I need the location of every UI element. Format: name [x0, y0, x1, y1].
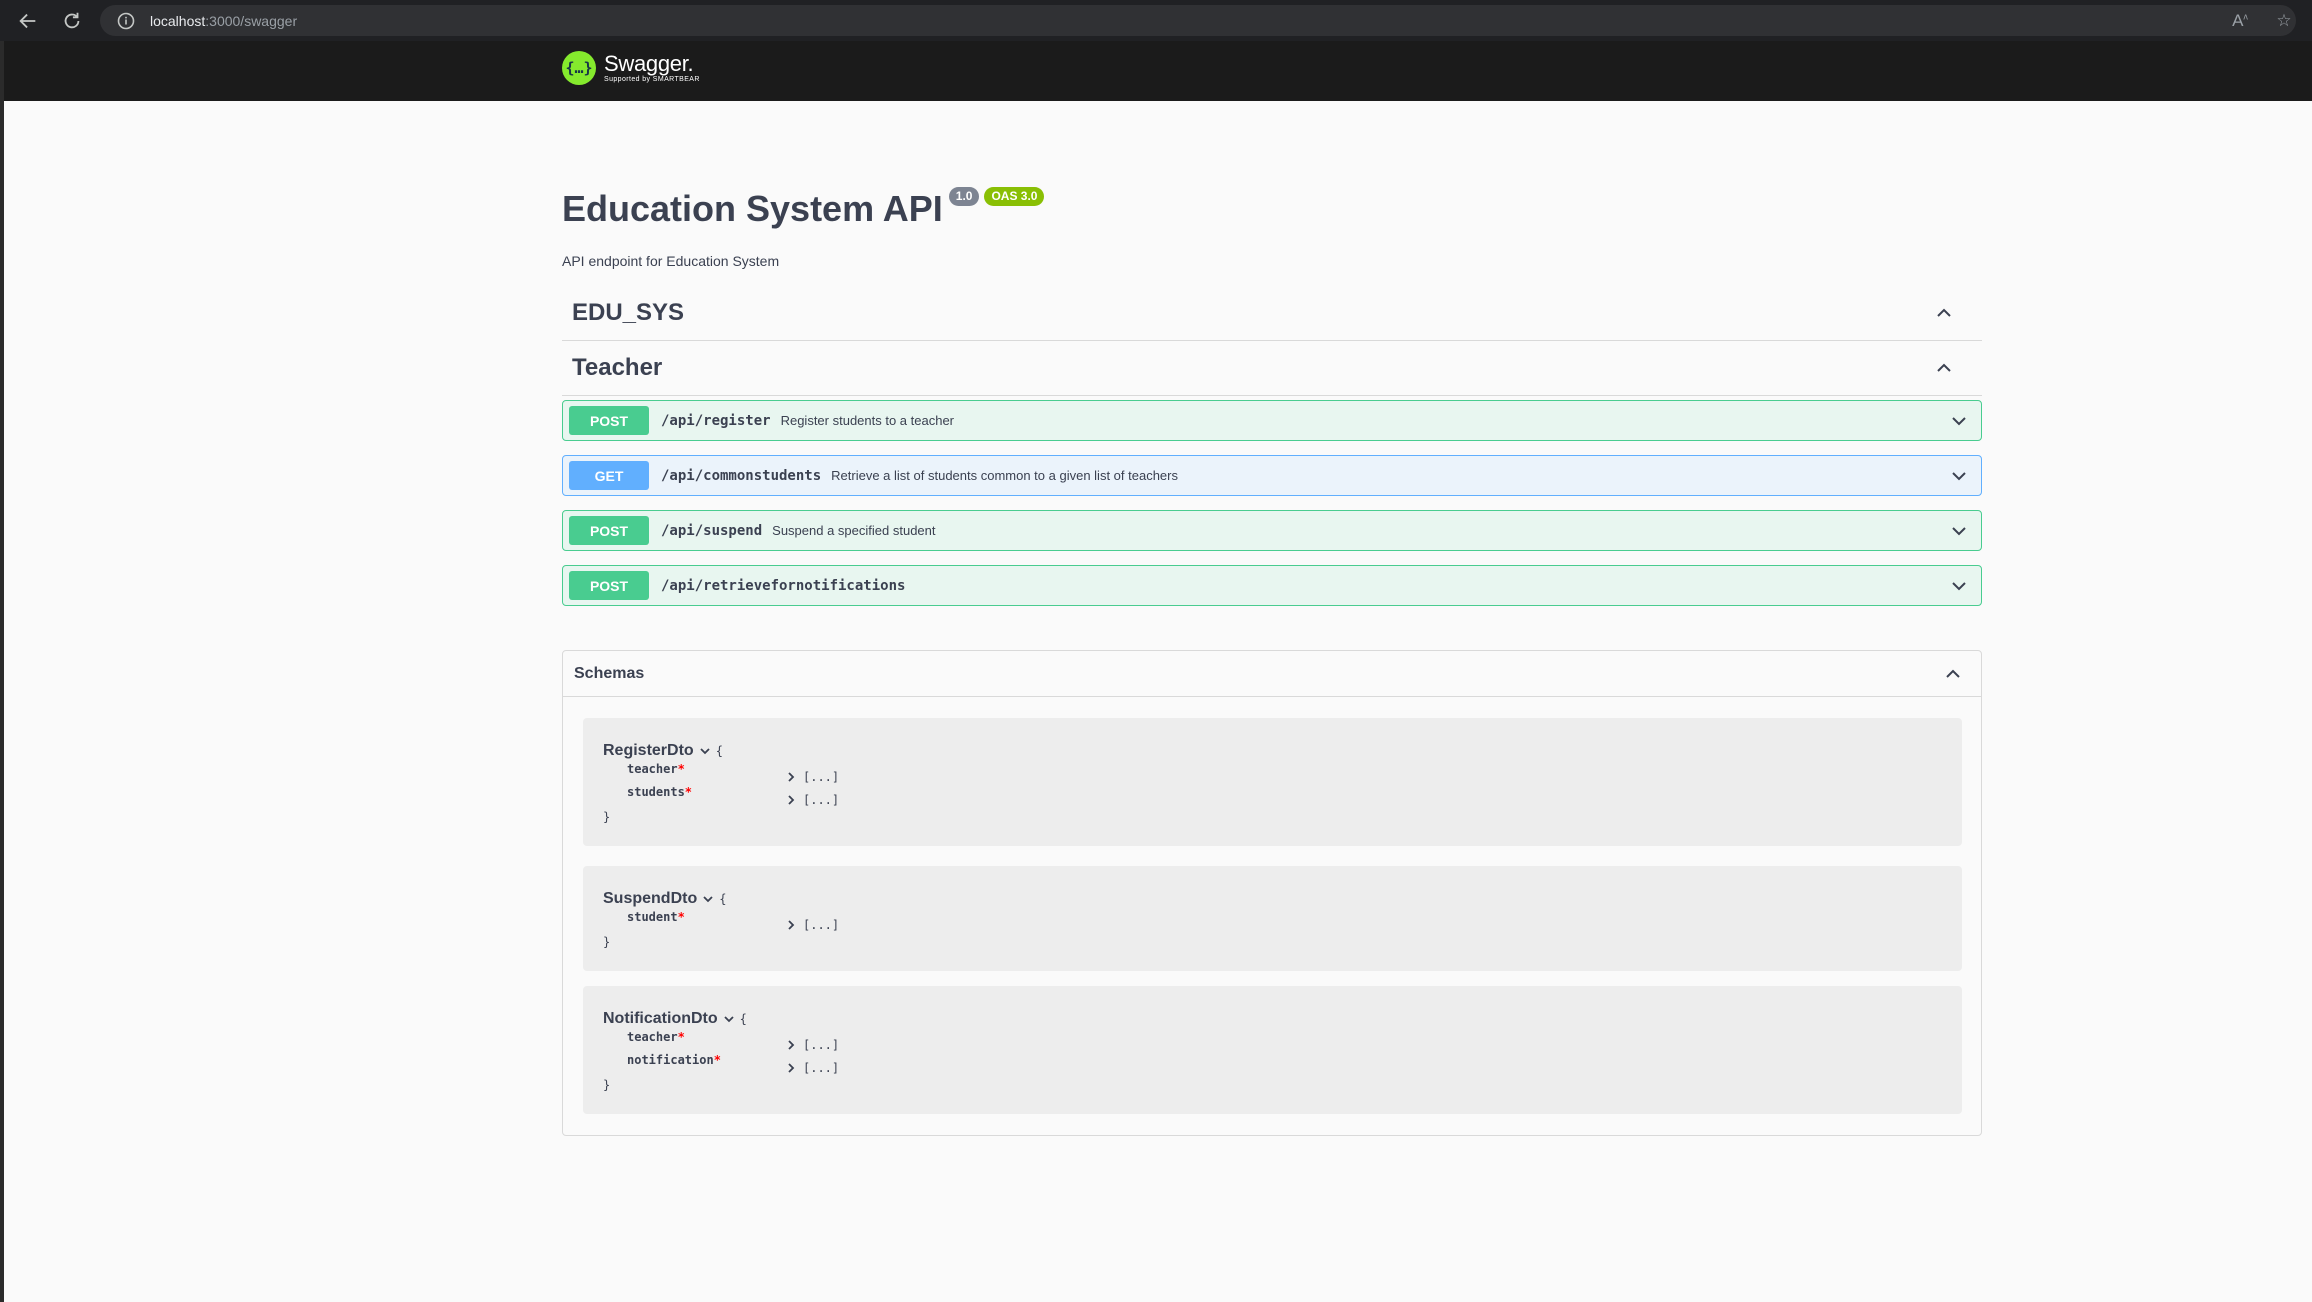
- open-brace: {: [739, 1012, 747, 1026]
- chevron-up-icon: [1946, 669, 1960, 678]
- api-title: Education System API: [562, 188, 943, 229]
- tag-edu-sys[interactable]: EDU_SYS: [562, 286, 1982, 341]
- tag-name: EDU_SYS: [572, 299, 685, 326]
- chevron-down-icon[interactable]: [701, 892, 715, 906]
- oas-badge: OAS 3.0: [984, 187, 1045, 206]
- model-name[interactable]: NotificationDto: [603, 1010, 718, 1028]
- close-brace: }: [603, 935, 611, 949]
- swagger-page: {…} Swagger. Supported by SMARTBEAR Educ…: [4, 41, 2312, 1302]
- chevron-down-icon[interactable]: [722, 1012, 736, 1026]
- logo-subtitle: Supported by SMARTBEAR: [604, 76, 700, 83]
- reload-button[interactable]: [50, 0, 94, 41]
- chevron-right-icon: [788, 795, 795, 805]
- back-button[interactable]: [6, 0, 50, 41]
- operation-path: /api/suspend: [661, 522, 763, 539]
- version-badge: 1.0: [948, 187, 980, 206]
- method-badge: POST: [569, 571, 649, 600]
- chevron-right-icon: [788, 772, 795, 782]
- chevron-down-icon: [1952, 471, 1966, 480]
- operation-post-suspend[interactable]: POST /api/suspend Suspend a specified st…: [562, 510, 1982, 551]
- method-badge: POST: [569, 516, 649, 545]
- swagger-content: Education System API 1.0 OAS 3.0 API end…: [562, 101, 1982, 1136]
- property-expand[interactable]: [...]: [785, 770, 839, 784]
- tag-name: Teacher: [572, 354, 663, 381]
- operation-summary: Register students to a teacher: [780, 413, 955, 428]
- chevron-up-icon: [1937, 308, 1951, 317]
- chevron-down-icon: [1952, 416, 1966, 425]
- operation-get-commonstudents[interactable]: GET /api/commonstudents Retrieve a list …: [562, 455, 1982, 496]
- operation-summary: Retrieve a list of students common to a …: [831, 468, 1178, 483]
- property-name: students*: [627, 785, 693, 799]
- chevron-up-icon: [1937, 363, 1951, 372]
- property-expand[interactable]: [...]: [785, 793, 839, 807]
- close-brace: }: [603, 1078, 611, 1092]
- browser-toolbar: localhost:3000/swagger Aʌ ☆: [0, 0, 2312, 41]
- model-name[interactable]: SuspendDto: [603, 890, 697, 908]
- property-name: teacher*: [627, 762, 685, 776]
- method-badge: POST: [569, 406, 649, 435]
- open-brace: {: [719, 892, 727, 906]
- api-info: Education System API 1.0 OAS 3.0 API end…: [562, 101, 1982, 286]
- model-suspend-dto: SuspendDto { student* [...] }: [583, 866, 1962, 971]
- chevron-down-icon: [1952, 581, 1966, 590]
- property-name: student*: [627, 910, 685, 924]
- operation-post-register[interactable]: POST /api/register Register students to …: [562, 400, 1982, 441]
- operation-path: /api/commonstudents: [661, 467, 822, 484]
- property-expand[interactable]: [...]: [785, 1061, 839, 1075]
- tag-teacher[interactable]: Teacher: [562, 341, 1982, 396]
- url-text: localhost:3000/swagger: [150, 12, 298, 29]
- property-name: teacher*: [627, 1030, 685, 1044]
- schemas-title: Schemas: [574, 664, 645, 682]
- swagger-logo[interactable]: {…} Swagger. Supported by SMARTBEAR: [562, 51, 700, 85]
- address-bar[interactable]: localhost:3000/swagger: [100, 5, 2296, 36]
- chevron-down-icon[interactable]: [698, 744, 712, 758]
- favorite-star-icon[interactable]: ☆: [2272, 11, 2296, 31]
- operation-post-retrievefornotifications[interactable]: POST /api/retrievefornotifications: [562, 565, 1982, 606]
- swagger-topbar: {…} Swagger. Supported by SMARTBEAR: [4, 41, 2312, 101]
- open-brace: {: [715, 744, 723, 758]
- chevron-down-icon: [1952, 526, 1966, 535]
- operation-path: /api/retrievefornotifications: [661, 577, 906, 594]
- swagger-logo-icon: {…}: [562, 51, 596, 85]
- model-name[interactable]: RegisterDto: [603, 742, 694, 760]
- close-brace: }: [603, 810, 611, 824]
- logo-name: Swagger.: [604, 51, 694, 76]
- operation-summary: Suspend a specified student: [772, 523, 936, 538]
- property-name: notification*: [627, 1053, 721, 1067]
- chevron-right-icon: [788, 920, 795, 930]
- schemas-header[interactable]: Schemas: [563, 651, 1981, 697]
- schemas-section: Schemas RegisterDto { teacher* [...] stu…: [562, 650, 1982, 1136]
- reload-icon: [64, 12, 80, 28]
- arrow-left-icon: [19, 13, 36, 28]
- property-expand[interactable]: [...]: [785, 918, 839, 932]
- operation-path: /api/register: [661, 412, 771, 429]
- read-aloud-icon[interactable]: Aʌ: [2228, 11, 2252, 31]
- model-register-dto: RegisterDto { teacher* [...] students* […: [583, 718, 1962, 846]
- method-badge: GET: [569, 461, 649, 490]
- api-description: API endpoint for Education System: [562, 253, 780, 269]
- site-info-icon[interactable]: [116, 11, 136, 31]
- chevron-right-icon: [788, 1063, 795, 1073]
- property-expand[interactable]: [...]: [785, 1038, 839, 1052]
- model-notification-dto: NotificationDto { teacher* [...] notific…: [583, 986, 1962, 1114]
- chevron-right-icon: [788, 1040, 795, 1050]
